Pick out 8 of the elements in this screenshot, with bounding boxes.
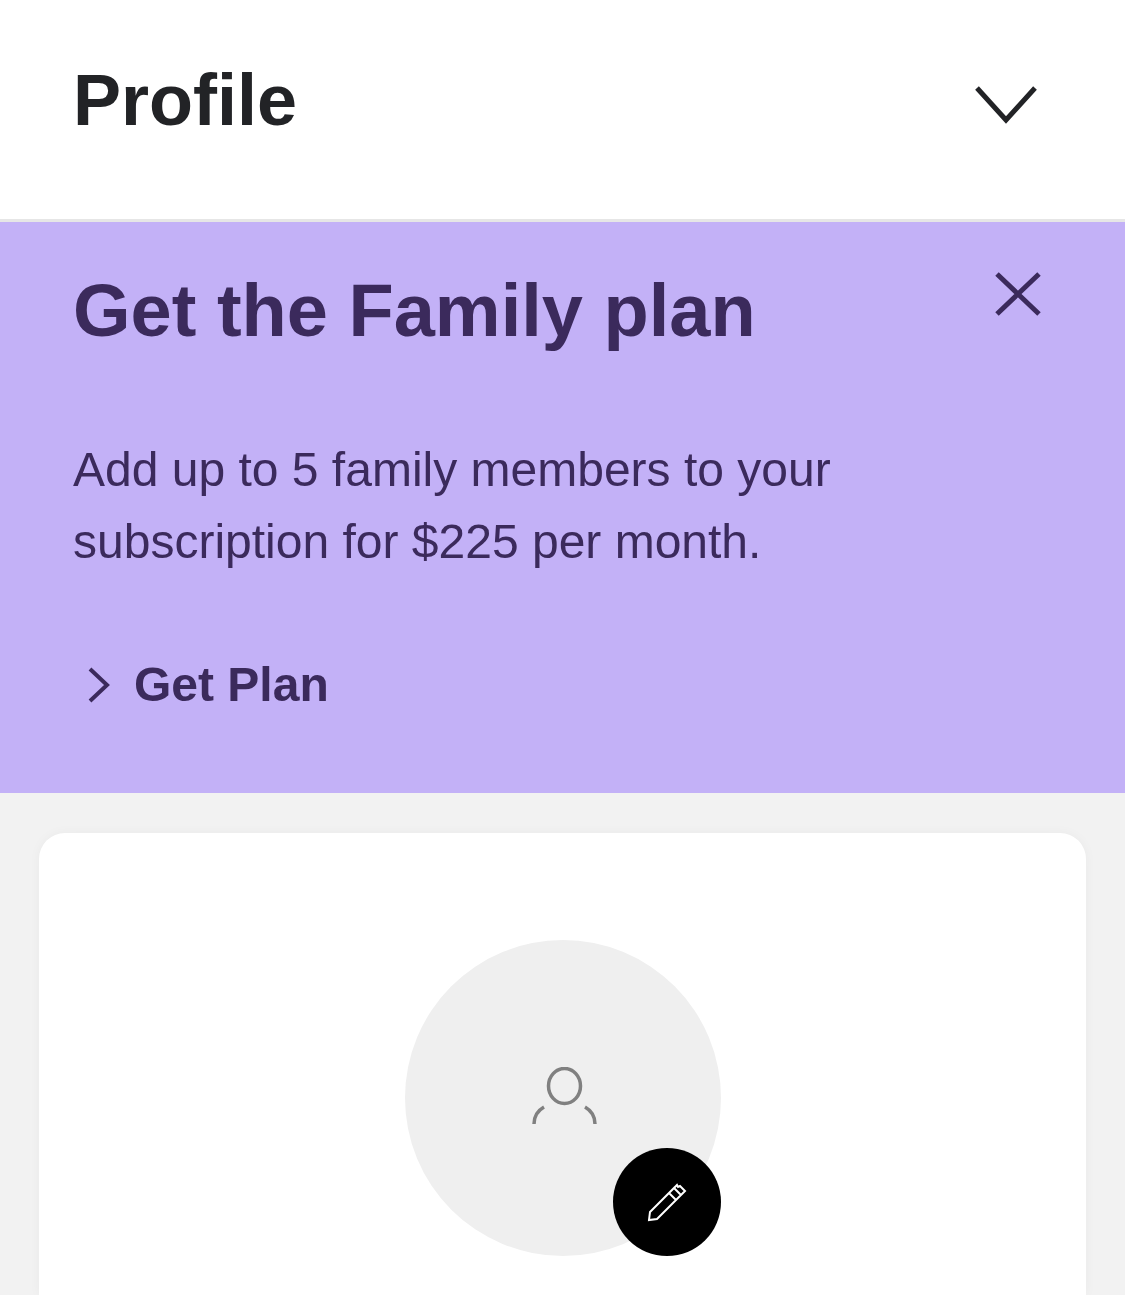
chevron-down-icon[interactable] <box>975 86 1037 124</box>
chevron-right-icon <box>88 667 110 703</box>
banner-text: Add up to 5 family members to your subscription for $225 per month. <box>73 442 832 570</box>
close-icon[interactable] <box>995 272 1041 316</box>
pencil-icon <box>646 1182 687 1222</box>
get-plan-link[interactable]: Get Plan <box>73 661 329 709</box>
person-icon <box>531 1066 597 1125</box>
page-title: Profile <box>73 64 298 136</box>
